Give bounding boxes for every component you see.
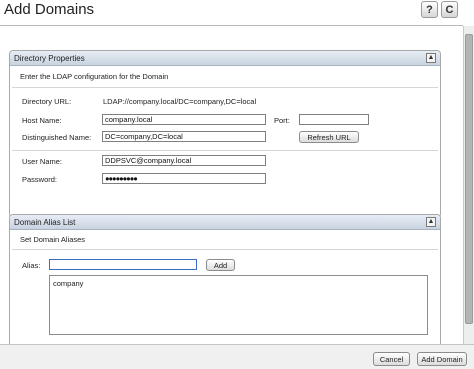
add-domain-button[interactable]: Add Domain xyxy=(417,352,467,366)
divider xyxy=(12,150,438,151)
help-icon[interactable]: ? xyxy=(421,1,438,18)
directory-url-value: LDAP://company.local/DC=company,DC=local xyxy=(103,97,257,106)
password-label: Password: xyxy=(22,175,58,184)
domain-alias-panel: Domain Alias List ▲ Set Domain Aliases A… xyxy=(9,214,441,350)
list-item[interactable]: company xyxy=(53,279,83,288)
alias-field[interactable] xyxy=(49,259,197,270)
distinguished-name-field[interactable]: DC=company,DC=local xyxy=(102,131,266,142)
add-alias-button[interactable]: Add xyxy=(206,259,235,271)
cancel-button[interactable]: Cancel xyxy=(373,352,410,366)
collapse-icon[interactable]: ▲ xyxy=(426,217,436,227)
host-name-field[interactable]: company.local xyxy=(102,114,266,125)
port-label: Port: xyxy=(274,116,290,125)
alias-label: Alias: xyxy=(22,261,41,270)
domain-alias-title: Domain Alias List xyxy=(14,218,76,227)
user-name-label: User Name: xyxy=(22,157,63,166)
host-name-label: Host Name: xyxy=(22,116,62,125)
directory-properties-header: Directory Properties ▲ xyxy=(10,51,440,66)
refresh-url-button[interactable]: Refresh URL xyxy=(299,131,359,143)
collapse-icon[interactable]: ▲ xyxy=(426,53,436,63)
refresh-icon[interactable]: C xyxy=(441,1,458,18)
password-field[interactable]: ●●●●●●●●● xyxy=(102,173,266,184)
footer-bar: Cancel Add Domain xyxy=(0,344,474,369)
domain-alias-description: Set Domain Aliases xyxy=(20,235,86,244)
domain-alias-header: Domain Alias List ▲ xyxy=(10,215,440,230)
user-name-field[interactable]: DDPSVC@company.local xyxy=(102,155,266,166)
distinguished-name-label: Distinguished Name: xyxy=(22,133,92,142)
content-area: Directory Properties ▲ Enter the LDAP co… xyxy=(0,26,463,350)
page-title: Add Domains xyxy=(4,1,95,18)
divider xyxy=(12,249,438,250)
vertical-scrollbar[interactable] xyxy=(463,26,474,344)
directory-url-label: Directory URL: xyxy=(22,97,72,106)
scrollbar-thumb[interactable] xyxy=(465,34,473,324)
directory-properties-title: Directory Properties xyxy=(14,54,85,63)
port-field[interactable] xyxy=(299,114,369,125)
directory-properties-panel: Directory Properties ▲ Enter the LDAP co… xyxy=(9,50,441,218)
alias-list[interactable]: company xyxy=(49,275,428,335)
divider xyxy=(12,87,438,88)
directory-properties-description: Enter the LDAP configuration for the Dom… xyxy=(20,72,169,81)
